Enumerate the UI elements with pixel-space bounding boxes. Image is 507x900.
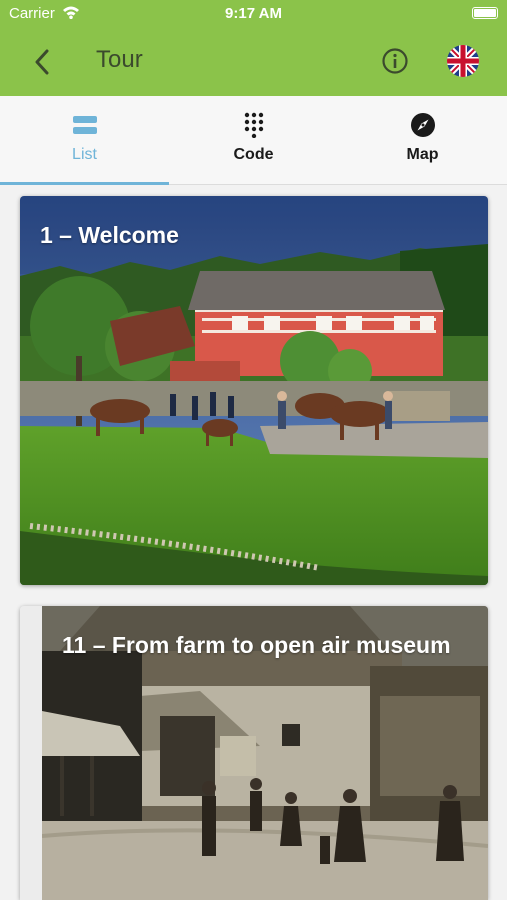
keypad-icon xyxy=(243,112,265,138)
page-title: Tour xyxy=(96,46,143,73)
battery-icon xyxy=(472,7,498,19)
language-button[interactable] xyxy=(447,45,479,77)
chevron-left-icon xyxy=(35,49,49,75)
navigation-bar: Tour xyxy=(0,28,507,96)
list-icon xyxy=(72,112,98,138)
tab-bar: List Code Map xyxy=(0,96,507,185)
tab-map-label: Map xyxy=(406,146,439,163)
info-icon xyxy=(382,48,408,74)
tour-stop-title: 11 – From farm to open air museum xyxy=(62,632,451,658)
tab-list-label: List xyxy=(72,146,97,163)
tab-map[interactable]: Map xyxy=(338,96,507,184)
tab-code[interactable]: Code xyxy=(169,96,338,184)
info-button[interactable] xyxy=(380,46,410,76)
status-bar: Carrier 9:17 AM xyxy=(0,0,507,28)
compass-icon xyxy=(410,112,436,138)
tab-code-label: Code xyxy=(233,146,274,163)
back-button[interactable] xyxy=(24,42,60,82)
tab-list[interactable]: List xyxy=(0,96,169,185)
tour-stop-title: 1 – Welcome xyxy=(40,222,179,248)
tour-stop-card[interactable]: 1 – Welcome xyxy=(20,196,488,585)
uk-flag-icon xyxy=(447,45,479,77)
clock: 9:17 AM xyxy=(225,5,282,22)
tab-indicator xyxy=(0,182,169,185)
tour-stop-card[interactable]: 11 – From farm to open air museum xyxy=(20,606,488,900)
